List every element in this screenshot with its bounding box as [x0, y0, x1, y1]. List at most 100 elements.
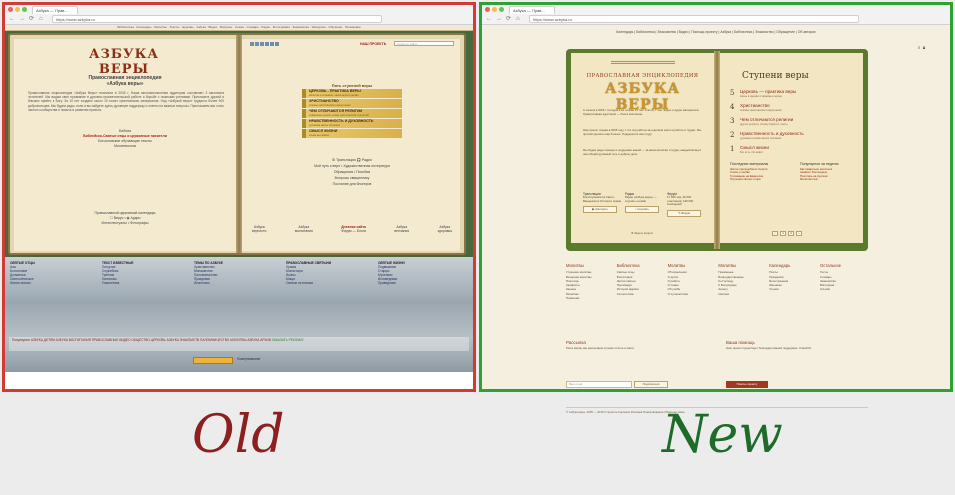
old-step-2[interactable]: ХРИСТИАНСТВО основы христианского вероуче… — [302, 99, 402, 108]
new-footer-columns: Молитвы Утренние молитвы Вечерние молитвы П… — [566, 263, 868, 300]
new-lists: Последние материалы Житие преподобного С… — [730, 162, 858, 182]
subscribe-heading: Рассылка — [566, 340, 586, 345]
minimize-window-icon[interactable] — [492, 7, 497, 12]
old-left-page: АЗБУКА ВЕРЫ Православная энциклопедия «А… — [14, 39, 236, 251]
new-site-body: Календарь | Библиотека | Знакомства | Ви… — [482, 25, 950, 414]
subscribe-block: Рассылка Раз в месяц мы рассылаем лучшие… — [566, 340, 716, 350]
list-item[interactable]: Поучения святых отцов — [730, 178, 788, 182]
old-step-sub: основы христианского вероучения — [309, 103, 351, 107]
new-steps-title: Ступени веры — [742, 71, 809, 81]
address-bar[interactable]: https://www.azbyka.ru — [529, 15, 859, 23]
back-icon[interactable]: ← — [9, 16, 15, 22]
footer-link[interactable]: Святые источники — [286, 281, 372, 285]
reload-icon[interactable]: ⟳ — [506, 16, 511, 22]
browser-tab[interactable]: Азбука — Прав... — [509, 6, 555, 14]
pager-next[interactable]: › — [796, 231, 802, 236]
new-media-text: Богослужения из Свято-Введенского Оптино… — [583, 195, 621, 203]
old-right-link[interactable]: Послание для блогеров — [272, 181, 432, 187]
maximize-window-icon[interactable] — [22, 7, 27, 12]
forward-icon[interactable]: → — [19, 16, 25, 22]
footer-column: ТЕМЫ ПО АЗБУКЕ Христианство Монашество Пало… — [194, 261, 280, 285]
close-window-icon[interactable] — [8, 7, 13, 12]
footer-link[interactable]: Ссылки — [820, 287, 868, 291]
maximize-window-icon[interactable] — [499, 7, 504, 12]
step-title: Христианство — [740, 103, 770, 108]
pager-page[interactable]: 1 — [780, 231, 786, 236]
footer-column: Библиотека Святые отцы Богословие Жития свя… — [617, 263, 665, 300]
back-icon[interactable]: ← — [486, 16, 492, 22]
donate-button[interactable]: Помочь проекту — [726, 381, 768, 388]
email-input[interactable]: Ваш email — [566, 381, 632, 388]
old-step-4[interactable]: НРАВСТВЕННОСТЬ И ДУХОВНОСТЬ духовная жизн… — [302, 119, 402, 128]
new-latest-list: Последние материалы Житие преподобного С… — [730, 162, 788, 182]
footer-link[interactable]: Гомилетика — [102, 281, 188, 285]
old-bottom-link[interactable]: Азбука верности — [252, 225, 266, 233]
reload-icon[interactable]: ⟳ — [29, 16, 34, 22]
old-calendar-block: Православный церковный календарь ☐ Вирус… — [34, 211, 216, 226]
old-steps-title: Пять ступеней веры — [331, 83, 373, 88]
old-bottom-link[interactable]: Азбука венчания — [394, 225, 409, 233]
new-header-icons[interactable]: ⌕ ♟ — [918, 45, 926, 51]
footer-link[interactable]: Апологетика — [617, 292, 665, 296]
old-donate-text[interactable]: Пожертвование — [237, 357, 260, 361]
old-step-5[interactable]: СМЫСЛ ЖИЗНИ зачем мы живем — [302, 129, 402, 138]
old-footer-columns: СВЯТЫЕ ОТЦЫ Азы Богословие Догматика Святоот… — [10, 261, 468, 285]
home-icon[interactable]: ⌂ — [39, 16, 43, 22]
footer-link[interactable]: Иконопись — [194, 281, 280, 285]
footer-link[interactable]: Жития святых — [10, 281, 96, 285]
social-icon[interactable] — [255, 42, 259, 46]
home-icon[interactable]: ⌂ — [516, 16, 520, 22]
old-step-1[interactable]: ЦЕРКОВЬ - ПРАКТИКА ВЕРЫ молитва и сознани… — [302, 89, 402, 98]
old-calendar-extra[interactable]: Интеллектуалы • Фотографы — [34, 221, 216, 226]
caption-new: New — [662, 405, 783, 465]
old-donate-banner[interactable] — [193, 357, 233, 364]
footer-column-heading: Молитвы — [566, 263, 584, 268]
social-icon[interactable] — [260, 42, 264, 46]
step-sub: жизнь в Церкви и Церковь в жизни — [740, 95, 782, 98]
new-footer: Молитвы Утренние молитвы Вечерние молитвы П… — [566, 263, 868, 414]
subscribe-button[interactable]: Подписаться — [634, 381, 668, 388]
address-bar[interactable]: https://www.azbyka.ru — [52, 15, 382, 23]
old-project-link[interactable]: НАШ ПРОЕКТЬ — [360, 42, 386, 46]
help-heading: Ваша помощь — [726, 340, 755, 345]
social-icon[interactable] — [270, 42, 274, 46]
forum-button[interactable]: ✎ Форум — [667, 209, 701, 217]
old-strip-ad[interactable]: ЗАКАЗАТЬ РЕКЛАМУ — [272, 338, 304, 342]
old-logo[interactable]: АЗБУКА ВЕРЫ — [74, 47, 174, 77]
footer-link[interactable]: Помянник — [566, 296, 614, 300]
close-window-icon[interactable] — [485, 7, 490, 12]
ask-question-link[interactable]: ❦ Задать вопрос — [631, 231, 653, 235]
footer-link[interactable]: Чтения — [769, 287, 817, 291]
listen-button[interactable]: ♪ Слушать — [625, 206, 659, 214]
footer-link[interactable]: О путешествии — [668, 292, 716, 296]
pager-page[interactable]: 2 — [788, 231, 794, 236]
old-main-links: Библия Библейско-Святые отцы и церковные… — [34, 129, 216, 149]
step-sub: Бог есть, Он живёт — [740, 151, 763, 154]
forward-icon[interactable]: → — [496, 16, 502, 22]
footer-column-heading: Остальное — [819, 263, 842, 268]
step-title: Чем отличаются религии — [740, 117, 794, 122]
old-link-prayerbook[interactable]: Молитвослов — [34, 144, 216, 149]
old-step-3[interactable]: ЧЕМ ОТЛИЧАЮТСЯ РЕЛИГИИ сравнение учения, … — [302, 109, 402, 118]
new-top-menu[interactable]: Календарь | Библиотека | Знакомства | Ви… — [482, 30, 950, 34]
pager-prev[interactable]: ‹ — [772, 231, 778, 236]
browser-tab[interactable]: Азбука — Прав... — [32, 6, 78, 14]
minimize-window-icon[interactable] — [15, 7, 20, 12]
footer-column: Молитвы Об исцелении О детях О работе О семь… — [668, 263, 716, 300]
window-controls — [485, 7, 504, 12]
social-icon[interactable] — [265, 42, 269, 46]
caption-old: Old — [192, 405, 285, 465]
old-bottom-link[interactable]: Азбука воспитания — [295, 225, 313, 233]
list-item[interactable]: Молитвослов — [800, 178, 858, 182]
footer-link[interactable]: Святым — [718, 292, 766, 296]
footer-link[interactable]: Праведники — [378, 281, 464, 285]
watch-button[interactable]: ▶ Смотреть — [583, 206, 617, 214]
old-enc-title-line2: «Азбука веры» — [106, 81, 144, 87]
old-step-title: СМЫСЛ ЖИЗНИ — [309, 129, 338, 133]
social-icon[interactable] — [250, 42, 254, 46]
social-icon[interactable] — [275, 42, 279, 46]
old-strip-links[interactable]: Популярное АЗБУКА ДЕТЯМ АЗБУКА ВОСПИТАНИ… — [12, 338, 271, 342]
old-bottom-link[interactable]: Азбука здоровья — [437, 225, 452, 233]
old-search-input[interactable]: поиск по сайту — [394, 41, 454, 46]
old-forum-link[interactable]: Форум — Блоги — [341, 229, 366, 233]
